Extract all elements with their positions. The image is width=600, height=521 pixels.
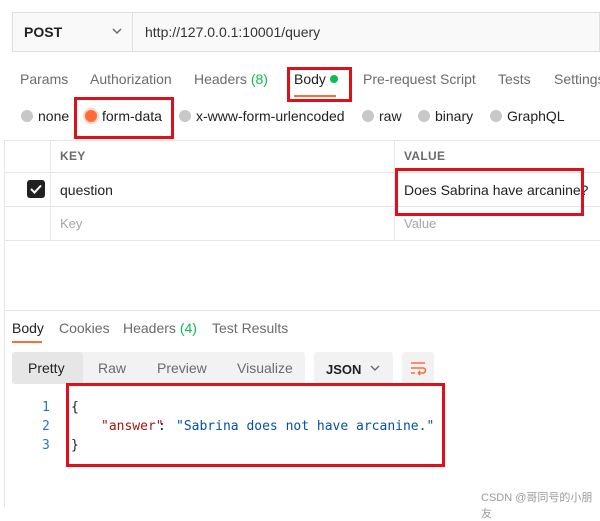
- radio-none[interactable]: [21, 110, 33, 122]
- line-number: 1: [42, 400, 50, 415]
- radio-binary-label: binary: [435, 108, 474, 124]
- table-top-border: [4, 140, 600, 141]
- view-mode-raw[interactable]: Raw: [98, 360, 126, 376]
- chevron-down-icon: [370, 365, 380, 371]
- row-checkbox[interactable]: [27, 180, 45, 198]
- response-tab-headers-label: Headers: [123, 320, 176, 336]
- form-key-cell[interactable]: question: [60, 182, 113, 198]
- response-tab-cookies[interactable]: Cookies: [59, 320, 110, 336]
- radio-graphql-label: GraphQL: [507, 108, 565, 124]
- table-bottom-border: [4, 240, 600, 241]
- line-number: 2: [42, 419, 50, 434]
- checkmark-icon: [30, 184, 42, 194]
- view-mode-preview[interactable]: Preview: [157, 360, 207, 376]
- radio-urlencoded[interactable]: [179, 110, 191, 122]
- wrap-lines-icon: [411, 362, 427, 376]
- column-header-key: KEY: [60, 149, 86, 163]
- url-input[interactable]: http://127.0.0.1:10001/query: [145, 24, 320, 40]
- panel-divider: [4, 310, 600, 311]
- method-label: POST: [24, 24, 63, 40]
- radio-raw-label: raw: [379, 108, 402, 124]
- tab-headers[interactable]: Headers (8): [194, 71, 268, 87]
- response-tab-headers-count: (4): [179, 320, 197, 336]
- tab-authorization[interactable]: Authorization: [90, 71, 172, 87]
- key-placeholder[interactable]: Key: [60, 216, 82, 231]
- highlight-box-form-data: [74, 97, 174, 139]
- highlight-box-body-tab: [287, 67, 352, 102]
- tab-headers-count: (8): [250, 71, 268, 87]
- response-tab-headers[interactable]: Headers (4): [123, 320, 197, 336]
- tab-tests[interactable]: Tests: [498, 71, 531, 87]
- radio-none-label: none: [38, 108, 70, 124]
- watermark: CSDN @哥同号的小朋友: [481, 492, 593, 520]
- view-mode-visualize[interactable]: Visualize: [237, 360, 293, 376]
- response-tab-body[interactable]: Body: [12, 320, 44, 336]
- table-col-divider: [50, 140, 51, 240]
- tab-settings[interactable]: Settings: [554, 71, 600, 87]
- response-tab-test-results[interactable]: Test Results: [212, 320, 288, 336]
- radio-urlencoded-label: x-www-form-urlencoded: [196, 108, 345, 124]
- tab-headers-label: Headers: [194, 71, 247, 87]
- highlight-box-response: [66, 383, 445, 467]
- radio-raw[interactable]: [362, 110, 374, 122]
- tab-params[interactable]: Params: [20, 71, 68, 87]
- radio-binary[interactable]: [418, 110, 430, 122]
- line-number: 3: [42, 438, 50, 453]
- tab-prerequest-script[interactable]: Pre-request Script: [363, 71, 476, 87]
- column-header-value: VALUE: [404, 149, 446, 163]
- radio-graphql[interactable]: [490, 110, 502, 122]
- response-tab-underline: [12, 341, 42, 343]
- view-mode-pretty[interactable]: Pretty: [28, 360, 65, 376]
- panel-left-border: [4, 140, 5, 507]
- value-placeholder[interactable]: Value: [404, 216, 436, 231]
- chevron-down-icon: [112, 28, 122, 35]
- format-select-label: JSON: [326, 362, 362, 377]
- wrap-lines-button[interactable]: [402, 352, 434, 384]
- highlight-box-value: [395, 168, 584, 216]
